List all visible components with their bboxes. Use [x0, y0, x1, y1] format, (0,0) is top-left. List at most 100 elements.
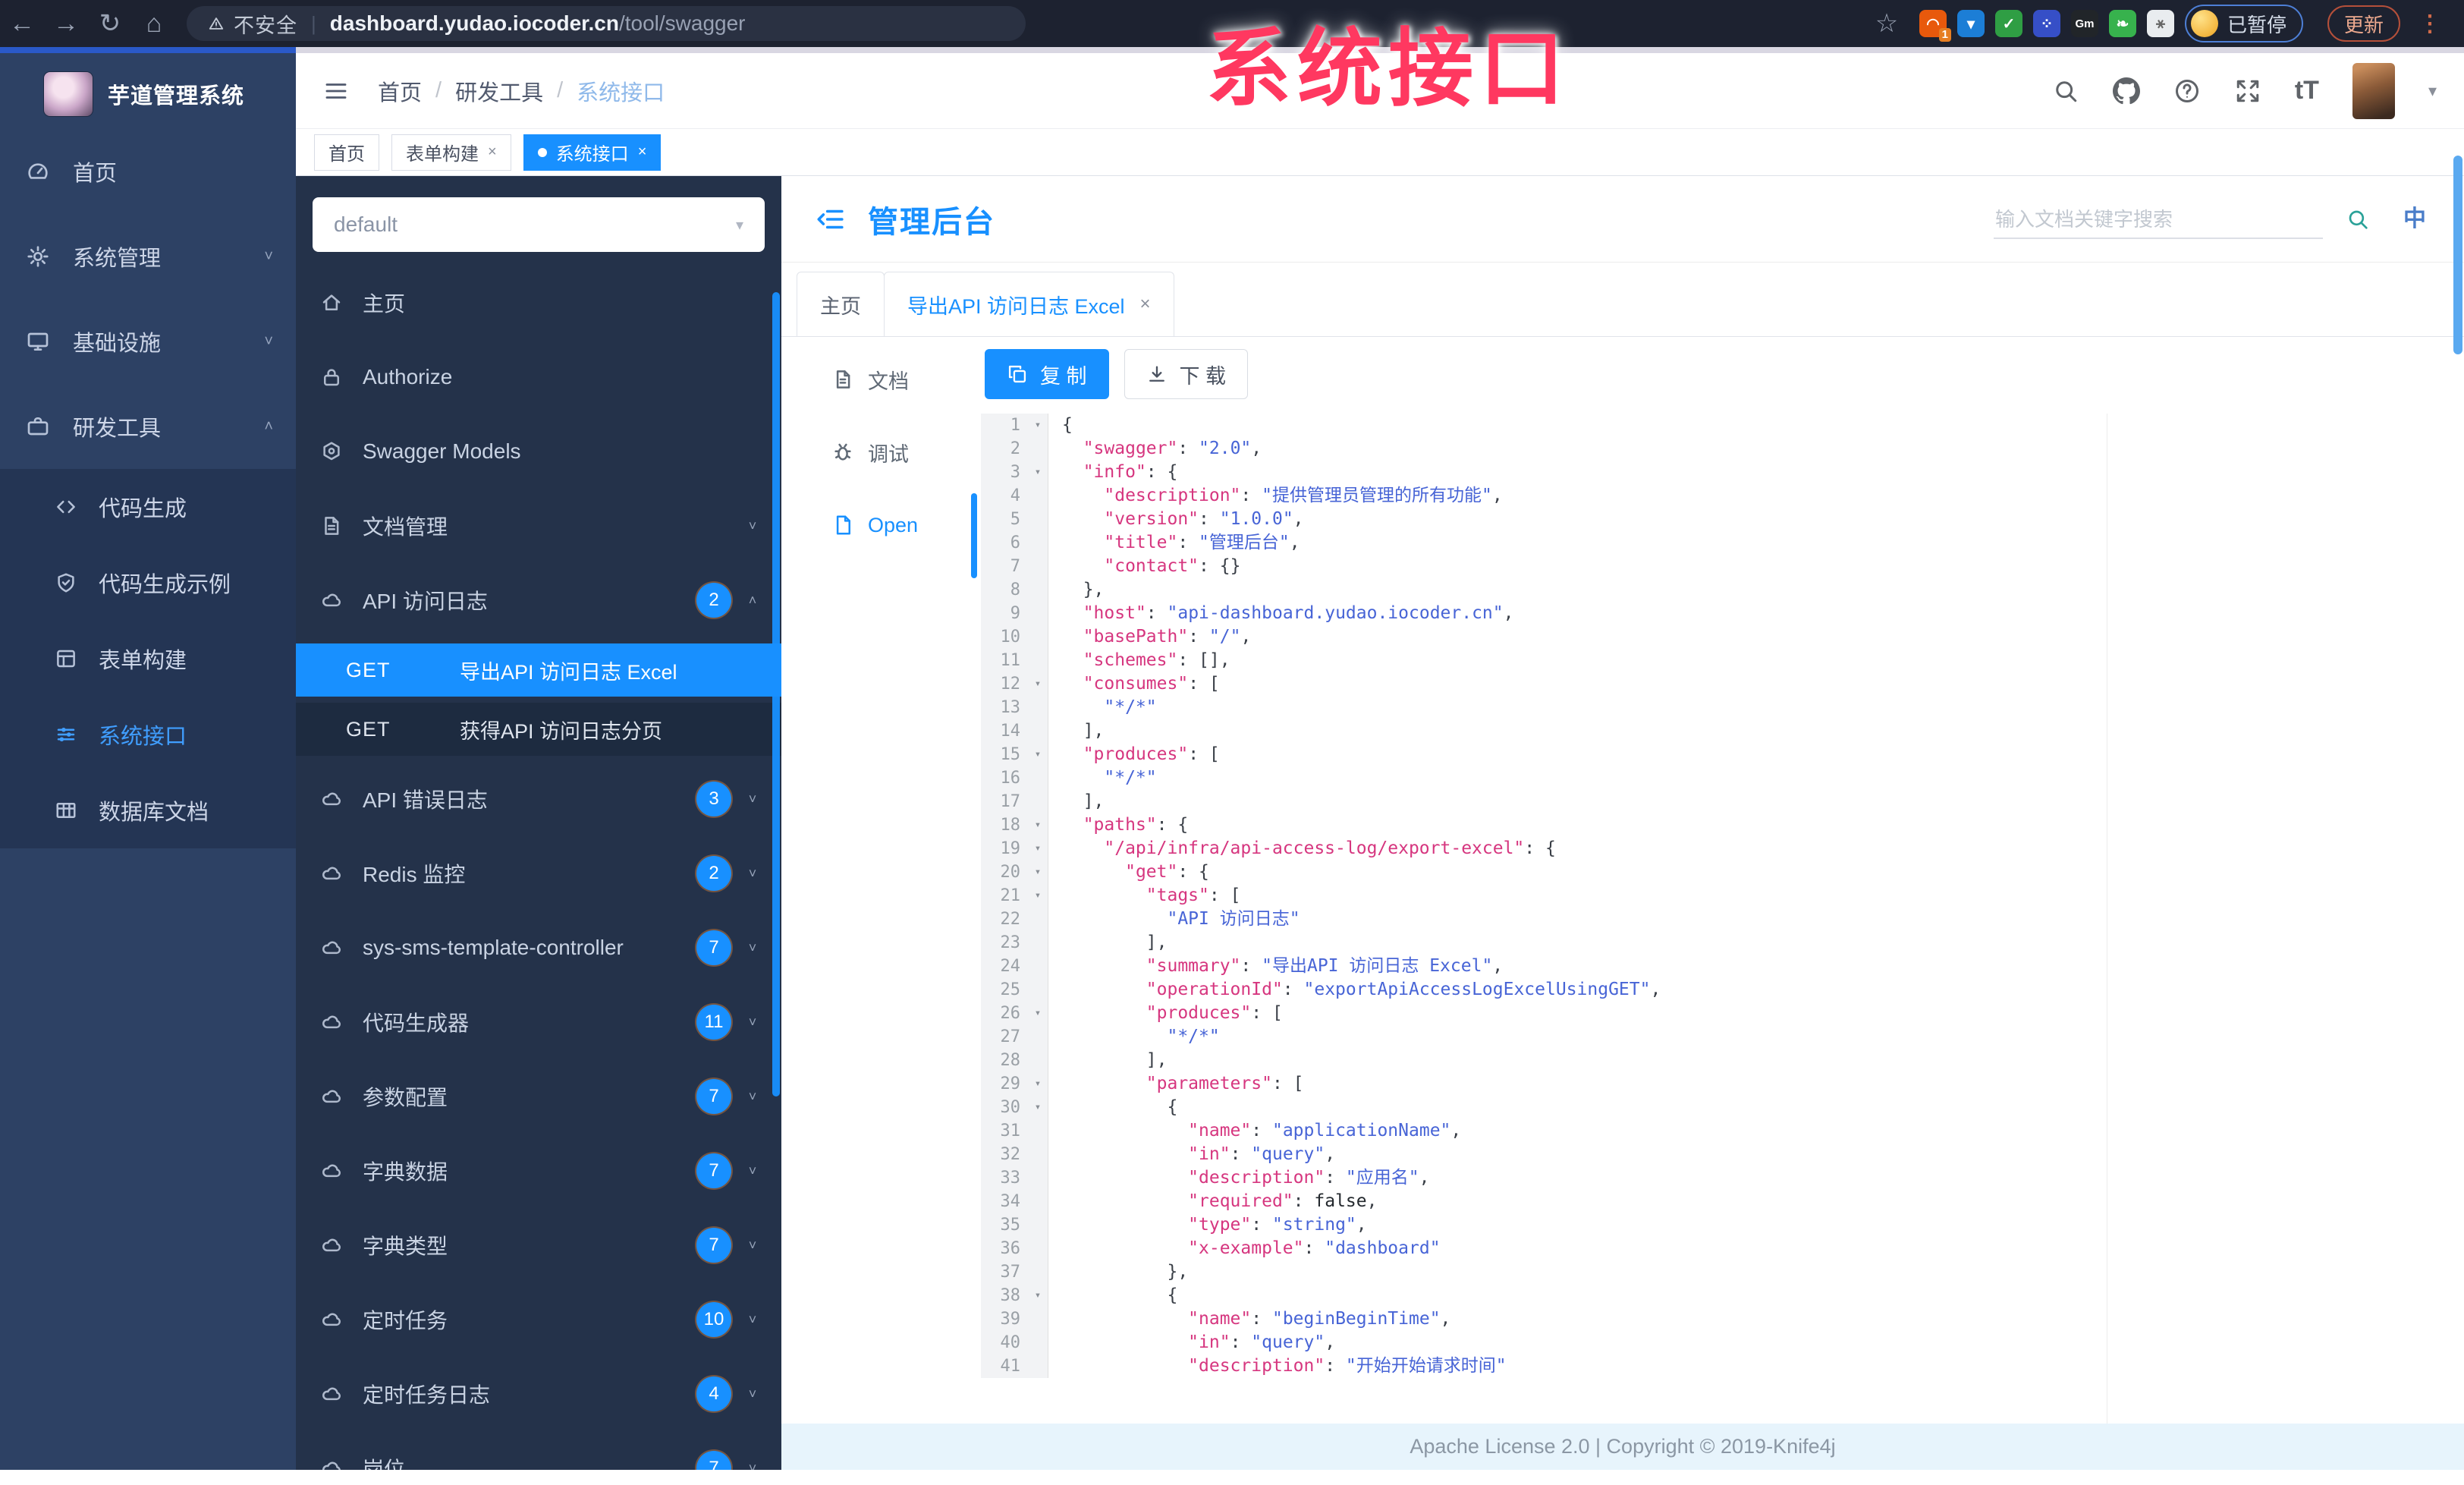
fullscreen-icon[interactable]: [2234, 77, 2261, 105]
page-scrollbar[interactable]: [2453, 156, 2462, 354]
blue-drop-ext-icon[interactable]: ▾: [1956, 10, 1985, 37]
api-group-dict-data[interactable]: 字典数据 7 ˅: [296, 1134, 781, 1208]
sidebar-item-system-mgmt[interactable]: 系统管理 ˅: [0, 214, 296, 299]
github-icon[interactable]: [2112, 77, 2140, 105]
breadcrumb-item[interactable]: 研发工具: [455, 75, 543, 107]
tag-tab-系统接口[interactable]: 系统接口 ×: [523, 134, 662, 171]
api-group-dict-type[interactable]: 字典类型 7 ˅: [296, 1208, 781, 1282]
api-group-scheduled-job-log[interactable]: 定时任务日志 4 ˅: [296, 1357, 781, 1431]
sidebar-item-db-doc[interactable]: 数据库文档: [0, 772, 296, 848]
browser-reload-icon[interactable]: ↻: [88, 8, 132, 39]
copy-button[interactable]: 复 制: [985, 349, 1109, 399]
cloud-icon: [320, 1085, 343, 1108]
fold-arrow-icon[interactable]: ▾: [1028, 414, 1048, 437]
profile-paused-pill[interactable]: 已暂停: [2184, 5, 2303, 42]
fold-arrow-icon[interactable]: ▾: [1028, 1096, 1048, 1119]
code-line: 22 "API 访问日志": [981, 908, 2107, 931]
breadcrumb-item[interactable]: 首页: [378, 75, 422, 107]
api-operation-row[interactable]: GET 获得API 访问日志分页: [296, 703, 781, 756]
language-icon[interactable]: 中: [2403, 200, 2426, 233]
api-group-api-access-log[interactable]: API 访问日志 2 ˄: [296, 563, 781, 637]
bookmark-star-icon[interactable]: ☆: [1865, 8, 1909, 39]
sidebar-item-code-gen[interactable]: 代码生成: [0, 469, 296, 545]
rail-item-doc[interactable]: 文档: [781, 352, 977, 407]
count-badge: 7: [696, 1451, 731, 1470]
user-avatar[interactable]: [2352, 62, 2395, 119]
app-logo-row[interactable]: 芋道管理系统: [0, 53, 296, 127]
gm-ext-icon[interactable]: Gm: [2070, 10, 2098, 37]
fold-arrow-icon[interactable]: ▾: [1028, 1002, 1048, 1025]
fold-arrow-icon[interactable]: ▾: [1028, 743, 1048, 766]
sidebar-item-dev-tools[interactable]: 研发工具 ˄: [0, 384, 296, 469]
sidebar-item-code-gen-demo[interactable]: 代码生成示例: [0, 545, 296, 621]
fold-gutter: [1028, 1190, 1048, 1213]
fold-arrow-icon[interactable]: ▾: [1028, 813, 1048, 837]
rail-item-open[interactable]: Open: [781, 498, 977, 552]
count-badge: 3: [696, 782, 731, 816]
fold-arrow-icon[interactable]: ▾: [1028, 860, 1048, 884]
api-group-param-config[interactable]: 参数配置 7 ˅: [296, 1059, 781, 1134]
address-bar[interactable]: 不安全 | dashboard.yudao.iocoder.cn/tool/sw…: [187, 6, 1026, 41]
browser-home-icon[interactable]: ⌂: [132, 9, 176, 39]
close-icon[interactable]: ×: [488, 143, 497, 161]
api-group-selected-value: default: [334, 212, 398, 236]
doc-tab[interactable]: 导出API 访问日志 Excel ×: [884, 272, 1174, 336]
avatar-caret-icon[interactable]: ▾: [2428, 81, 2437, 101]
swagger-json-editor[interactable]: 1 ▾{2 "swagger": "2.0", 3 ▾ "info": {4 "des…: [981, 414, 2107, 1424]
api-group-api-error-log[interactable]: API 错误日志 3 ˅: [296, 762, 781, 836]
hamburger-icon[interactable]: [323, 78, 349, 104]
api-sidebar-scrollbar[interactable]: [772, 292, 780, 1096]
app-logo-image: [44, 72, 93, 116]
fold-arrow-icon[interactable]: ▾: [1028, 1072, 1048, 1096]
fold-arrow-icon[interactable]: ▾: [1028, 837, 1048, 860]
browser-menu-icon[interactable]: ⋮: [2418, 11, 2441, 37]
sidebar-item-infrastructure[interactable]: 基础设施 ˅: [0, 299, 296, 384]
api-group-post[interactable]: 岗位 7 ˅: [296, 1431, 781, 1470]
doc-search-icon[interactable]: [2346, 207, 2370, 231]
breadcrumb-item[interactable]: 系统接口: [577, 75, 665, 107]
sidebar-item-form-builder[interactable]: 表单构建: [0, 621, 296, 697]
api-group-sms-template[interactable]: sys-sms-template-controller 7 ˅: [296, 911, 781, 985]
download-button[interactable]: 下 载: [1124, 349, 1249, 399]
browser-forward-icon[interactable]: →: [44, 9, 88, 39]
api-group-swagger-models[interactable]: Swagger Models: [296, 414, 781, 489]
collapse-menu-icon[interactable]: [815, 203, 847, 235]
doc-search-input[interactable]: [1994, 201, 2323, 239]
tag-tab-bar: 首页 表单构建 × 系统接口 ×: [296, 129, 2464, 176]
api-group-select[interactable]: default ▾: [313, 197, 765, 252]
blue-grid-ext-icon[interactable]: ⁘: [2032, 10, 2060, 37]
security-label[interactable]: 不安全: [234, 9, 297, 39]
line-number: 19: [981, 837, 1028, 860]
font-size-icon[interactable]: tT: [2295, 76, 2319, 105]
cloud-icon: [320, 862, 343, 885]
close-icon[interactable]: ×: [638, 143, 647, 161]
sidebar-item-system-api[interactable]: 系统接口: [0, 697, 296, 772]
fold-arrow-icon[interactable]: ▾: [1028, 461, 1048, 484]
sidebar-item-home[interactable]: 首页: [0, 129, 296, 214]
orange-ext-icon[interactable]: ◠ 1: [1919, 10, 1951, 42]
fold-arrow-icon[interactable]: ▾: [1028, 884, 1048, 908]
close-icon[interactable]: ×: [1140, 294, 1151, 315]
doc-tab[interactable]: 主页: [797, 272, 885, 336]
api-operation-row[interactable]: GET 导出API 访问日志 Excel: [296, 643, 781, 697]
leaf-ext-icon[interactable]: ❧: [2108, 10, 2136, 37]
tag-tab-首页[interactable]: 首页: [314, 134, 379, 171]
api-group-home[interactable]: 主页: [296, 266, 781, 340]
green-check-ext-icon[interactable]: ✓: [1994, 10, 2022, 37]
tag-tab-表单构建[interactable]: 表单构建 ×: [391, 134, 511, 171]
api-group-authorize[interactable]: Authorize: [296, 340, 781, 414]
browser-back-icon[interactable]: ←: [0, 9, 44, 39]
api-group-code-generator[interactable]: 代码生成器 11 ˅: [296, 985, 781, 1059]
browser-update-button[interactable]: 更新: [2327, 5, 2400, 42]
puzzle-ext-icon[interactable]: ⚹: [2146, 10, 2174, 37]
line-number: 15: [981, 743, 1028, 766]
fold-arrow-icon[interactable]: ▾: [1028, 1284, 1048, 1307]
api-group-scheduled-job[interactable]: 定时任务 10 ˅: [296, 1282, 781, 1357]
search-icon[interactable]: [2052, 77, 2079, 105]
rail-item-debug[interactable]: 调试: [781, 425, 977, 480]
api-group-redis-monitor[interactable]: Redis 监控 2 ˅: [296, 836, 781, 911]
line-number: 25: [981, 978, 1028, 1002]
help-icon[interactable]: [2173, 77, 2201, 105]
fold-arrow-icon[interactable]: ▾: [1028, 672, 1048, 696]
api-group-doc-manage[interactable]: 文档管理 ˅: [296, 489, 781, 563]
